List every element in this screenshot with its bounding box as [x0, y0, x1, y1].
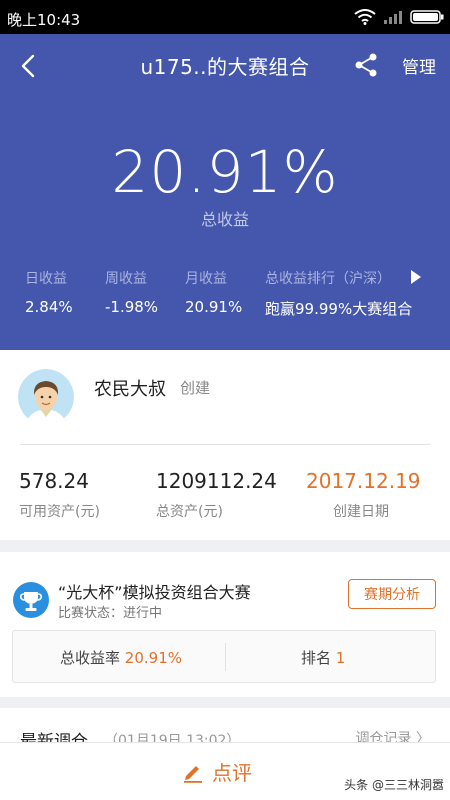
- contest-return-value: 20.91%: [124, 649, 182, 667]
- watermark: 头条 @三三林洞嚣: [344, 778, 444, 792]
- period-analysis-button[interactable]: 赛期分析: [348, 579, 436, 609]
- battery-icon: [410, 10, 444, 24]
- bottom-bar: 点评 头条 @三三林洞嚣: [0, 742, 450, 800]
- status-bar: 晚上10:43: [0, 0, 450, 34]
- total-return-value: 20.91%: [111, 138, 339, 206]
- contest-rank-value: 1: [335, 649, 346, 667]
- system-icons: [354, 9, 444, 25]
- weekly-return-label: 周收益: [105, 271, 147, 287]
- total-assets-label: 总资产(元): [156, 504, 223, 520]
- monthly-return-label: 月收益: [185, 271, 227, 287]
- contest-rank-label: 排名: [301, 649, 332, 667]
- monthly-return-value: 20.91%: [185, 298, 243, 316]
- portfolio-header: u175..的大赛组合 管理 20.91% 总收益 日收益 周收益 月收益 总收…: [0, 34, 450, 350]
- created-date-label: 创建日期: [333, 504, 389, 520]
- return-rank-label[interactable]: 总收益排行（沪深）: [265, 268, 391, 288]
- contest-rank: 排名 1: [301, 647, 345, 668]
- daily-return-label: 日收益: [25, 271, 67, 287]
- contest-return: 总收益率 20.91%: [60, 647, 182, 668]
- total-return-label: 总收益: [200, 210, 249, 229]
- pencil-icon: [184, 765, 202, 783]
- weekly-return-value: -1.98%: [105, 298, 159, 316]
- total-assets-value: 1209112.24: [156, 469, 277, 493]
- comment-label: 点评: [212, 761, 252, 785]
- contest-stats-box: 总收益率 20.91% 排名 1: [12, 630, 436, 683]
- status-time: 晚上10:43: [7, 11, 81, 29]
- contest-card: “光大杯”模拟投资组合大赛 比赛状态：进行中 赛期分析 总收益率 20.91% …: [0, 552, 450, 697]
- signal-icon: [384, 11, 402, 24]
- daily-return-value: 2.84%: [25, 298, 73, 316]
- available-assets-label: 可用资产(元): [19, 504, 100, 520]
- contest-return-label: 总收益率: [60, 649, 121, 667]
- contest-status: 比赛状态：进行中: [58, 606, 163, 621]
- page-title: u175..的大赛组合: [140, 55, 310, 79]
- share-icon[interactable]: [354, 51, 378, 79]
- contest-name: “光大杯”模拟投资组合大赛: [58, 583, 251, 602]
- divider: [225, 643, 226, 671]
- play-arrow-icon[interactable]: [411, 270, 421, 284]
- user-name[interactable]: 农民大叔: [94, 375, 166, 401]
- trophy-icon: [13, 582, 49, 618]
- divider: [20, 444, 430, 445]
- manage-button[interactable]: 管理: [402, 53, 436, 78]
- return-rank-value: 跑赢99.99%大赛组合: [265, 300, 413, 318]
- avatar[interactable]: [18, 369, 74, 425]
- available-assets-value: 578.24: [19, 469, 89, 493]
- user-card: 农民大叔 创建 578.24 可用资产(元) 1209112.24 总资产(元)…: [0, 350, 450, 540]
- created-date-value: 2017.12.19: [306, 469, 421, 493]
- wifi-icon: [354, 9, 376, 25]
- comment-button[interactable]: 点评: [182, 757, 252, 786]
- creator-tag: 创建: [180, 379, 211, 397]
